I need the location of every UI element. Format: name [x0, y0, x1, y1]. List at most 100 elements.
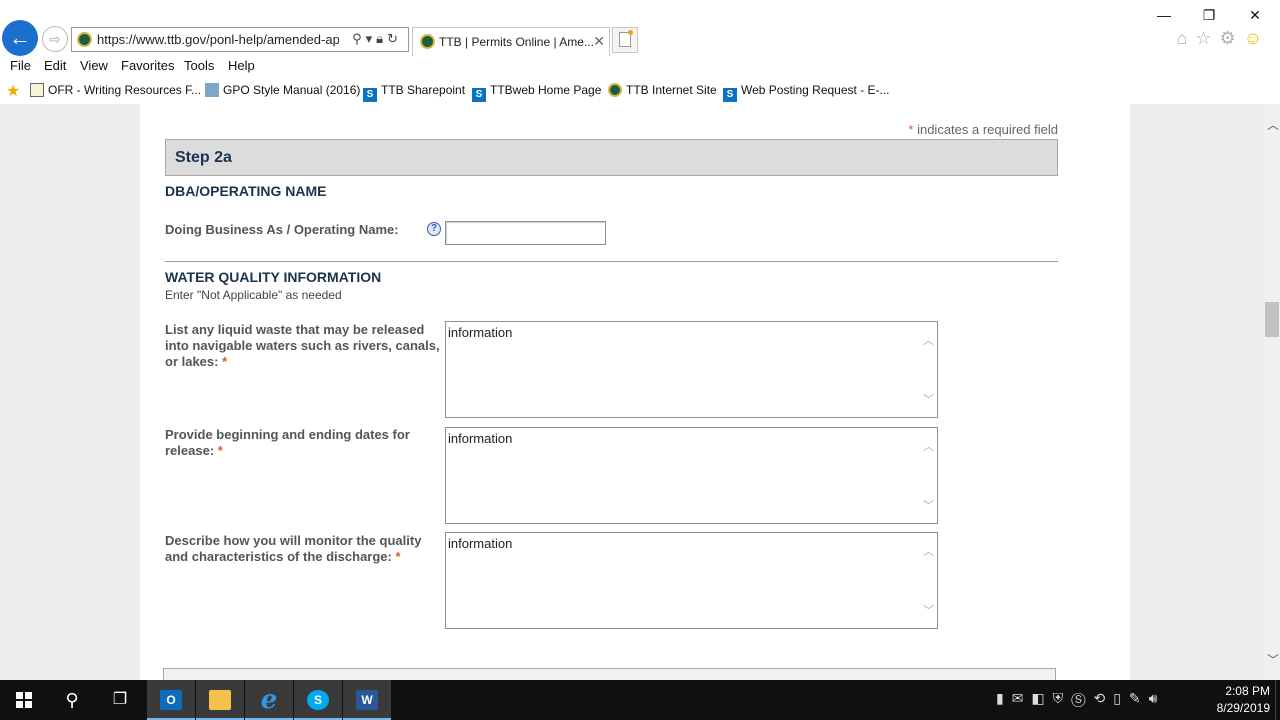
- favorite-link[interactable]: TTB Internet Site: [608, 83, 717, 97]
- lock-icon[interactable]: 🔒︎: [376, 31, 387, 46]
- favorite-label: TTBweb Home Page: [490, 83, 602, 97]
- textarea-scrollbar[interactable]: ︿ ﹀: [920, 322, 937, 417]
- menu-bar: File Edit View Favorites Tools Help: [0, 56, 1280, 77]
- monitor-quality-textarea[interactable]: information: [446, 533, 920, 628]
- clock[interactable]: 2:08 PM 8/29/2019: [1217, 683, 1270, 717]
- skype-tray-icon[interactable]: Ⓢ: [1071, 690, 1093, 706]
- page-viewport: * indicates a required field Step 2a DBA…: [0, 104, 1264, 680]
- step-title: Step 2a: [175, 149, 232, 166]
- menu-help[interactable]: Help: [228, 58, 255, 73]
- security-shield-icon[interactable]: ⛨: [1053, 690, 1072, 706]
- chevron-up-icon[interactable]: ︿: [923, 332, 934, 348]
- outlook-icon: O: [160, 689, 182, 710]
- required-star: *: [395, 549, 401, 564]
- menu-file[interactable]: File: [10, 58, 31, 73]
- favorite-link[interactable]: S Web Posting Request - E-...: [723, 83, 890, 102]
- gear-icon[interactable]: ⚙: [1219, 28, 1243, 48]
- chevron-up-icon[interactable]: ︿: [923, 438, 934, 454]
- device-icon[interactable]: ▯: [1113, 690, 1129, 706]
- favorite-label: GPO Style Manual (2016): [223, 83, 361, 97]
- scroll-down-icon[interactable]: ﹀: [1267, 651, 1279, 668]
- battery-icon[interactable]: ▮: [996, 690, 1012, 706]
- water-section-title: WATER QUALITY INFORMATION: [165, 269, 382, 285]
- scrollbar-thumb[interactable]: [1265, 302, 1279, 337]
- skype-icon: S: [307, 689, 329, 710]
- favorite-link[interactable]: S TTBweb Home Page: [472, 83, 601, 102]
- favorite-label: TTB Sharepoint: [381, 83, 466, 97]
- required-star: *: [217, 443, 223, 458]
- required-note-text: indicates a required field: [917, 122, 1058, 137]
- close-window-button[interactable]: ✕: [1235, 4, 1275, 26]
- help-icon[interactable]: ?: [427, 222, 441, 236]
- favorites-bar: ★ OFR - Writing Resources F... GPO Style…: [0, 79, 1280, 103]
- favorites-star-icon[interactable]: ☆: [1195, 28, 1219, 48]
- release-dates-textarea[interactable]: information: [446, 428, 920, 523]
- favorite-link[interactable]: OFR - Writing Resources F...: [30, 83, 201, 97]
- next-section-box: [163, 668, 1056, 680]
- new-tab-button[interactable]: [612, 27, 638, 53]
- taskbar-skype[interactable]: S: [294, 680, 342, 720]
- address-bar-actions[interactable]: ⚲▾🔒︎↻: [352, 31, 402, 47]
- release-dates-textarea-wrap: information ︿ ﹀: [445, 427, 938, 524]
- dba-section-title: DBA/OPERATING NAME: [165, 183, 327, 199]
- address-url[interactable]: https://www.ttb.gov/ponl-help/amended-ap…: [97, 32, 339, 47]
- taskbar-internet-explorer[interactable]: e: [245, 680, 293, 720]
- dba-input[interactable]: [445, 221, 606, 245]
- forward-button[interactable]: ⇨: [42, 26, 68, 52]
- textarea-scrollbar[interactable]: ︿ ﹀: [920, 428, 937, 523]
- taskbar-file-explorer[interactable]: [196, 680, 244, 720]
- mail-icon[interactable]: ✉: [1012, 690, 1032, 706]
- favorite-label: OFR - Writing Resources F...: [48, 83, 202, 97]
- browser-tab[interactable]: TTB | Permits Online | Ame... ✕: [412, 27, 610, 56]
- show-desktop-button[interactable]: [1275, 680, 1280, 720]
- chevron-down-icon[interactable]: ﹀: [923, 391, 934, 407]
- menu-favorites[interactable]: Favorites: [121, 58, 174, 73]
- taskbar-outlook[interactable]: O: [147, 680, 195, 720]
- favorite-link[interactable]: GPO Style Manual (2016): [205, 83, 360, 97]
- back-button[interactable]: ←: [2, 20, 38, 56]
- task-view-icon: ❐: [112, 691, 128, 708]
- tab-close-icon[interactable]: ✕: [593, 33, 605, 50]
- liquid-waste-label: List any liquid waste that may be releas…: [165, 322, 445, 370]
- favorite-link[interactable]: S TTB Sharepoint: [363, 83, 465, 102]
- menu-view[interactable]: View: [80, 58, 108, 73]
- restore-button[interactable]: ❐: [1189, 4, 1229, 26]
- ttb-seal-icon: [420, 34, 435, 49]
- liquid-waste-textarea-wrap: information ︿ ﹀: [445, 321, 938, 418]
- taskbar-word[interactable]: W: [343, 680, 391, 720]
- liquid-waste-textarea[interactable]: information: [446, 322, 920, 417]
- dba-label: Doing Business As / Operating Name:: [165, 222, 399, 237]
- start-button[interactable]: [0, 680, 48, 720]
- chevron-up-icon[interactable]: ︿: [923, 543, 934, 559]
- arrow-right-icon: ⇨: [49, 31, 61, 47]
- search-icon[interactable]: ⚲: [352, 31, 366, 46]
- feedback-smiley-icon[interactable]: ☺: [1244, 28, 1270, 48]
- required-star: *: [222, 354, 228, 369]
- task-view-button[interactable]: ❐: [96, 680, 144, 720]
- volume-icon[interactable]: 🔊︎: [1149, 690, 1166, 706]
- new-tab-icon: [619, 30, 633, 47]
- chevron-down-icon[interactable]: ﹀: [923, 497, 934, 513]
- form-page: * indicates a required field Step 2a DBA…: [140, 104, 1130, 680]
- pen-icon[interactable]: ✎: [1129, 690, 1149, 706]
- field-label-text: Provide beginning and ending dates for r…: [165, 427, 410, 458]
- add-favorite-star-icon[interactable]: ★: [6, 81, 20, 101]
- search-button[interactable]: ⚲: [48, 680, 96, 720]
- menu-tools[interactable]: Tools: [184, 58, 214, 73]
- menu-edit[interactable]: Edit: [44, 58, 66, 73]
- minimize-button[interactable]: —: [1144, 4, 1184, 26]
- refresh-icon[interactable]: ↻: [387, 31, 402, 46]
- scroll-up-icon[interactable]: ︿: [1267, 116, 1279, 133]
- outlook-tray-icon[interactable]: ◧: [1031, 690, 1052, 706]
- sync-icon[interactable]: ⟲: [1093, 690, 1113, 706]
- textarea-scrollbar[interactable]: ︿ ﹀: [920, 533, 937, 628]
- windows-logo-icon: [16, 692, 32, 708]
- dropdown-icon[interactable]: ▾: [366, 31, 377, 46]
- clock-time: 2:08 PM: [1225, 684, 1270, 698]
- chevron-down-icon[interactable]: ﹀: [923, 602, 934, 618]
- sharepoint-icon: S: [723, 88, 737, 102]
- home-icon[interactable]: ⌂: [1176, 28, 1195, 48]
- page-scrollbar[interactable]: ︿ ﹀: [1264, 104, 1280, 680]
- address-bar[interactable]: https://www.ttb.gov/ponl-help/amended-ap…: [71, 27, 409, 52]
- field-label-text: List any liquid waste that may be releas…: [165, 322, 440, 369]
